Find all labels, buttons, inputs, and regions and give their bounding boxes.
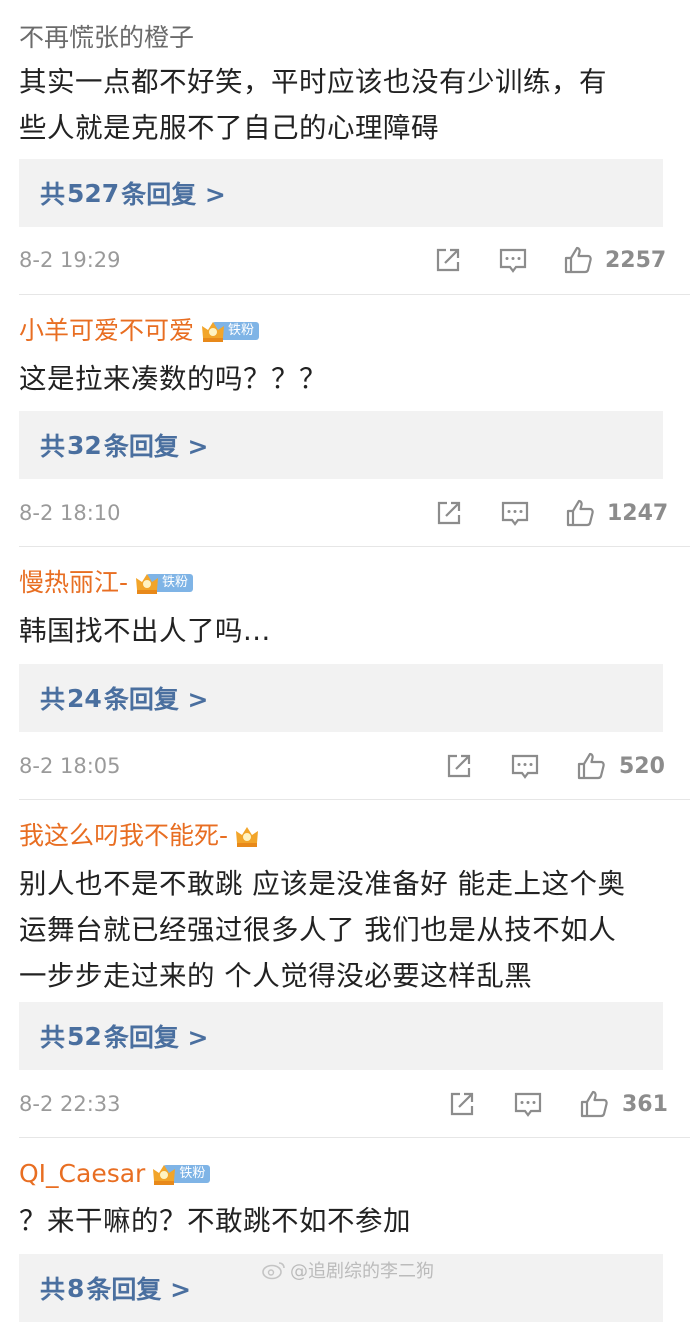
weibo-icon — [262, 1262, 285, 1280]
reply-count: 527 — [67, 178, 120, 208]
comment-text-line: 运舞台就已经强过很多人了 我们也是从技不如人 — [19, 914, 617, 946]
comment-meta: 8-2 19:29 2257 — [0, 244, 690, 280]
comment-text-line: ？来干嘛的？不敢跳不如不参加 — [19, 1205, 411, 1237]
username[interactable]: 慢热丽江- 铁粉 — [19, 567, 194, 599]
reply-prefix: 共 — [40, 1023, 66, 1052]
reply-suffix: 条回复 > — [103, 432, 209, 461]
username-text[interactable]: QI_Caesar — [19, 1158, 145, 1190]
reply-prefix: 共 — [40, 180, 66, 209]
reply-prefix: 共 — [40, 1275, 66, 1304]
like-icon[interactable] — [564, 497, 596, 529]
comment-text-line: 一步步走过来的 个人觉得没必要这样乱黑 — [19, 960, 533, 992]
username-text[interactable]: 慢热丽江- — [19, 567, 128, 599]
username[interactable]: QI_Caesar 铁粉 — [19, 1158, 211, 1190]
like-icon[interactable] — [578, 1088, 610, 1120]
comment-icon[interactable] — [509, 750, 541, 782]
timestamp: 8-2 18:10 — [19, 501, 121, 525]
username-text[interactable]: 不再慌张的橙子 — [19, 22, 194, 54]
comment-text: ？来干嘛的？不敢跳不如不参加 — [19, 1198, 669, 1244]
reply-suffix: 条回复 > — [121, 180, 226, 209]
comment-text-line: 这是拉来凑数的吗？？？ — [19, 363, 327, 395]
view-replies-button[interactable]: 共 32 条回复 > — [19, 411, 663, 479]
crown-icon — [153, 1165, 176, 1185]
fan-badge: 铁粉 — [134, 569, 194, 597]
fan-badge: 铁粉 — [151, 1160, 211, 1188]
comment-icon[interactable] — [499, 497, 531, 529]
reply-suffix: 条回复 > — [86, 1275, 192, 1304]
comment-text-line: 些人就是克服不了自己的心理障碍 — [19, 112, 439, 144]
watermark-text: @追剧综的李二狗 — [290, 1261, 434, 1282]
comment-text: 别人也不是不敢跳 应该是没准备好 能走上这个奥 运舞台就已经强过很多人了 我们也… — [19, 861, 669, 999]
share-icon[interactable] — [433, 497, 465, 529]
comment-meta: 8-2 18:05 520 — [0, 750, 690, 786]
reply-suffix: 条回复 > — [103, 1023, 209, 1052]
comment-text-line: 韩国找不出人了吗... — [19, 615, 271, 647]
view-replies-button[interactable]: 共 24 条回复 > — [19, 664, 663, 732]
reply-count: 52 — [67, 1021, 102, 1051]
reply-prefix: 共 — [40, 685, 66, 714]
comment-icon[interactable] — [497, 244, 529, 276]
divider — [19, 799, 690, 800]
comment-text: 其实一点都不好笑，平时应该也没有少训练，有 些人就是克服不了自己的心理障碍 — [19, 59, 669, 151]
share-icon[interactable] — [443, 750, 475, 782]
share-icon[interactable] — [446, 1088, 478, 1120]
like-count: 361 — [622, 1092, 668, 1117]
username[interactable]: 不再慌张的橙子 — [19, 22, 194, 54]
reply-count: 24 — [67, 683, 102, 713]
like-count: 1247 — [607, 501, 669, 526]
like-count: 2257 — [605, 248, 667, 273]
crown-icon — [202, 322, 225, 342]
like-icon[interactable] — [562, 244, 594, 276]
like-icon[interactable] — [575, 750, 607, 782]
divider — [19, 1137, 690, 1138]
fan-badge — [234, 822, 260, 850]
timestamp: 8-2 22:33 — [19, 1092, 121, 1116]
comment-text: 这是拉来凑数的吗？？？ — [19, 356, 669, 402]
username-text[interactable]: 我这么叼我不能死- — [19, 820, 228, 852]
crown-icon — [236, 827, 259, 847]
comment-icon[interactable] — [512, 1088, 544, 1120]
username-text[interactable]: 小羊可爱不可爱 — [19, 315, 194, 347]
reply-count: 32 — [67, 430, 102, 460]
view-replies-button[interactable]: 共 527 条回复 > — [19, 159, 663, 227]
divider — [19, 294, 690, 295]
view-replies-button[interactable]: 共 52 条回复 > — [19, 1002, 663, 1070]
reply-suffix: 条回复 > — [103, 685, 209, 714]
comment-meta: 8-2 22:33 361 — [0, 1088, 690, 1124]
comment-text-line: 别人也不是不敢跳 应该是没准备好 能走上这个奥 — [19, 868, 626, 900]
share-icon[interactable] — [432, 244, 464, 276]
like-count: 520 — [619, 754, 665, 779]
reply-prefix: 共 — [40, 432, 66, 461]
comment-meta: 8-2 18:10 1247 — [0, 497, 690, 533]
username[interactable]: 小羊可爱不可爱 铁粉 — [19, 315, 260, 347]
crown-icon — [136, 574, 159, 594]
watermark: @追剧综的李二狗 — [262, 1257, 434, 1283]
comment-text: 韩国找不出人了吗... — [19, 608, 669, 654]
username[interactable]: 我这么叼我不能死- — [19, 820, 260, 852]
comment-text-line: 其实一点都不好笑，平时应该也没有少训练，有 — [19, 66, 607, 98]
reply-count: 8 — [67, 1273, 85, 1303]
fan-badge: 铁粉 — [200, 317, 260, 345]
divider — [19, 546, 690, 547]
timestamp: 8-2 19:29 — [19, 248, 121, 272]
timestamp: 8-2 18:05 — [19, 754, 121, 778]
